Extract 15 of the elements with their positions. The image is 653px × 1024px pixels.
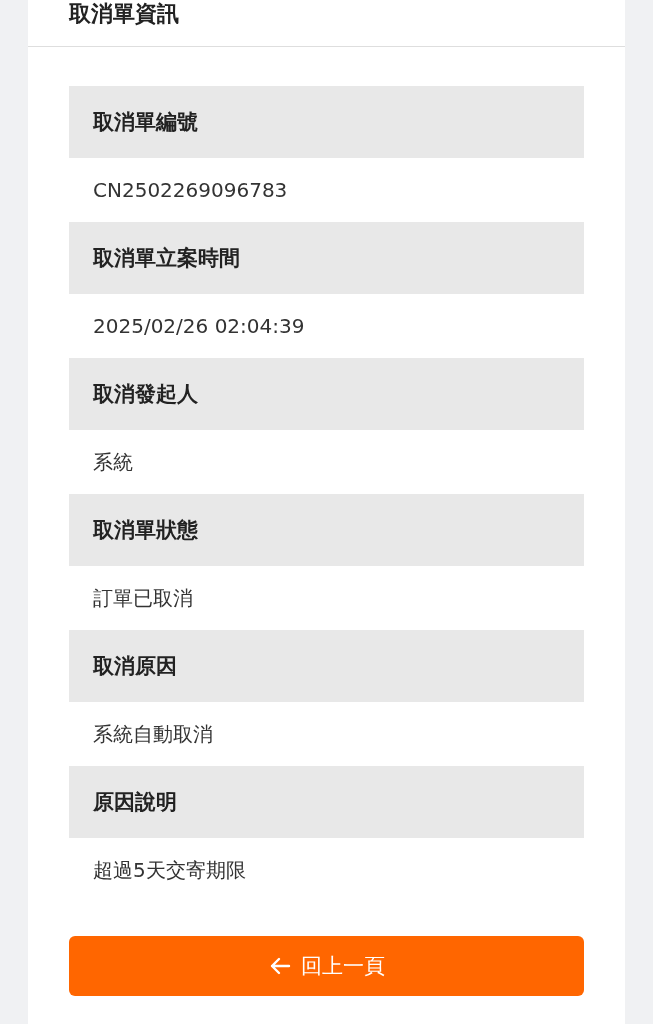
field-value: 超過5天交寄期限	[92, 856, 247, 884]
field-value: 訂單已取消	[92, 584, 194, 612]
field-value: CN2502269096783	[92, 177, 289, 204]
arrow-left-icon	[268, 957, 291, 975]
field-value: 系統	[92, 448, 134, 476]
section-title: 取消單資訊	[69, 2, 179, 26]
field-label: 原因說明	[69, 766, 584, 838]
field-label: 取消單編號	[69, 86, 584, 158]
field-label: 取消原因	[69, 630, 584, 702]
field-label: 取消單狀態	[69, 494, 584, 566]
back-button[interactable]: 回上一頁	[69, 936, 584, 996]
field-label: 取消發起人	[69, 358, 584, 430]
field-label: 取消單立案時間	[69, 222, 584, 294]
field-value: 2025/02/26 02:04:39	[92, 313, 306, 340]
field-value: 系統自動取消	[92, 720, 214, 748]
